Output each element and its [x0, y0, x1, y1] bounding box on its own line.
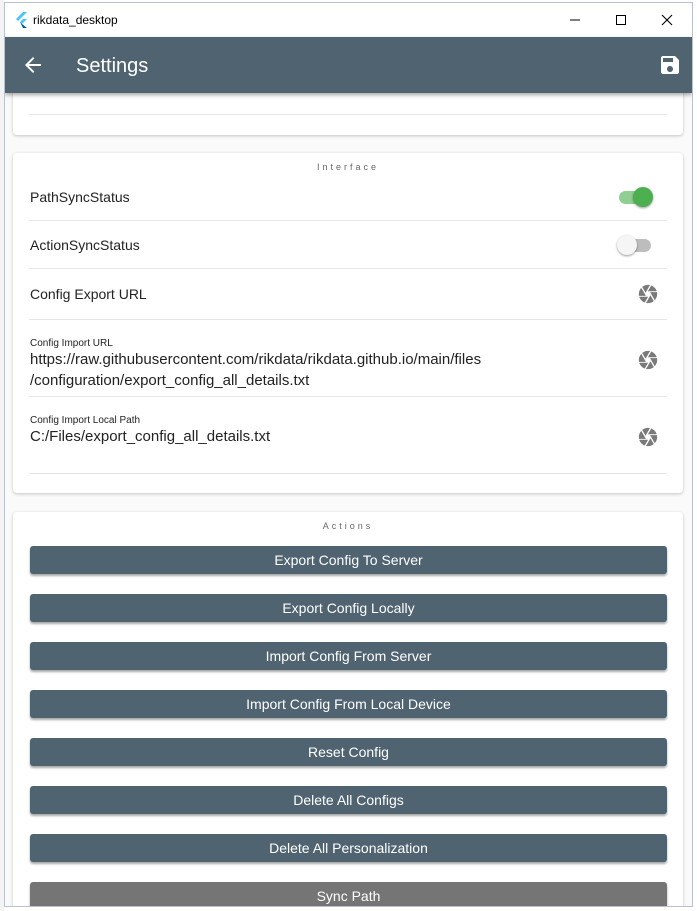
config-import-url-label: Config Import URL: [30, 338, 113, 349]
config-import-local-path-value: C:/Files/export_config_all_details.txt: [30, 428, 271, 445]
divider: [29, 268, 667, 269]
minimize-icon: [570, 19, 580, 21]
sync-path-button[interactable]: Sync Path: [30, 882, 667, 906]
divider: [29, 220, 667, 221]
action-sync-label: ActionSyncStatus: [30, 237, 140, 253]
import-config-from-local-device-button[interactable]: Import Config From Local Device: [30, 690, 667, 718]
app-bar: Settings: [5, 37, 692, 93]
settings-content[interactable]: Interface PathSyncStatus ActionSyncStatu…: [5, 93, 692, 906]
delete-all-configs-button[interactable]: Delete All Configs: [30, 786, 667, 814]
interface-section-card: Interface PathSyncStatus ActionSyncStatu…: [13, 153, 683, 493]
camera-aperture-icon[interactable]: [637, 426, 659, 448]
minimize-button[interactable]: [552, 3, 598, 37]
import-config-from-server-button[interactable]: Import Config From Server: [30, 642, 667, 670]
export-config-locally-button[interactable]: Export Config Locally: [30, 594, 667, 622]
actions-section-card: Actions Export Config To Server Export C…: [13, 512, 683, 906]
action-sync-toggle[interactable]: [617, 235, 653, 255]
config-export-url-label: Config Export URL: [30, 286, 147, 302]
config-import-local-path-label: Config Import Local Path: [30, 415, 141, 426]
config-import-url-line2: /configuration/export_config_all_details…: [30, 372, 310, 389]
save-icon[interactable]: [658, 53, 682, 77]
toggle-thumb: [617, 235, 637, 255]
camera-aperture-icon[interactable]: [637, 283, 659, 305]
divider: [29, 473, 667, 474]
divider: [29, 114, 667, 115]
flutter-logo-icon: [16, 12, 27, 28]
window-title: rikdata_desktop: [33, 13, 118, 27]
window-titlebar: rikdata_desktop: [5, 3, 692, 37]
camera-aperture-icon[interactable]: [637, 349, 659, 371]
maximize-button[interactable]: [598, 3, 644, 37]
back-arrow-icon[interactable]: [21, 53, 45, 77]
config-import-url-value: https://raw.githubusercontent.com/rikdat…: [30, 349, 610, 391]
config-import-url-line1: https://raw.githubusercontent.com/rikdat…: [30, 351, 482, 368]
maximize-icon: [616, 15, 626, 25]
interface-section-title: Interface: [316, 162, 380, 172]
reset-config-button[interactable]: Reset Config: [30, 738, 667, 766]
close-icon: [661, 14, 673, 26]
actions-section-title: Actions: [322, 521, 374, 531]
page-title: Settings: [76, 55, 149, 77]
divider: [29, 319, 667, 320]
export-config-to-server-button[interactable]: Export Config To Server: [30, 546, 667, 574]
path-sync-toggle[interactable]: [617, 187, 653, 207]
previous-section-card: [13, 93, 683, 135]
toggle-thumb: [633, 187, 653, 207]
delete-all-personalization-button[interactable]: Delete All Personalization: [30, 834, 667, 862]
app-window: rikdata_desktop Settings Interface PathS…: [4, 2, 693, 907]
divider: [29, 396, 667, 397]
close-button[interactable]: [644, 3, 690, 37]
path-sync-label: PathSyncStatus: [30, 189, 130, 205]
